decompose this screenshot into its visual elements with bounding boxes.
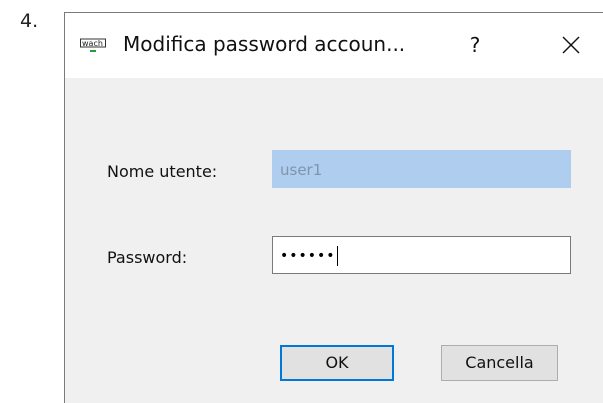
text-caret — [336, 246, 338, 266]
password-field[interactable]: •••••• — [272, 236, 571, 274]
close-icon — [562, 36, 580, 54]
username-field: user1 — [272, 150, 571, 188]
edit-password-dialog: wach Modifica password accoun... ? Nome … — [64, 12, 603, 403]
password-value: •••••• — [280, 248, 336, 264]
window-title: Modifica password accoun... — [123, 32, 406, 56]
app-logo-icon: wach — [80, 33, 106, 55]
help-button[interactable]: ? — [455, 27, 495, 63]
step-number: 4. — [20, 10, 39, 32]
close-button[interactable] — [551, 27, 591, 63]
title-bar[interactable]: wach Modifica password accoun... ? — [65, 13, 603, 78]
username-label: Nome utente: — [107, 162, 218, 181]
cancel-button[interactable]: Cancella — [441, 345, 558, 381]
svg-text:wach: wach — [82, 39, 103, 48]
password-label: Password: — [107, 248, 188, 267]
ok-button[interactable]: OK — [280, 345, 394, 381]
